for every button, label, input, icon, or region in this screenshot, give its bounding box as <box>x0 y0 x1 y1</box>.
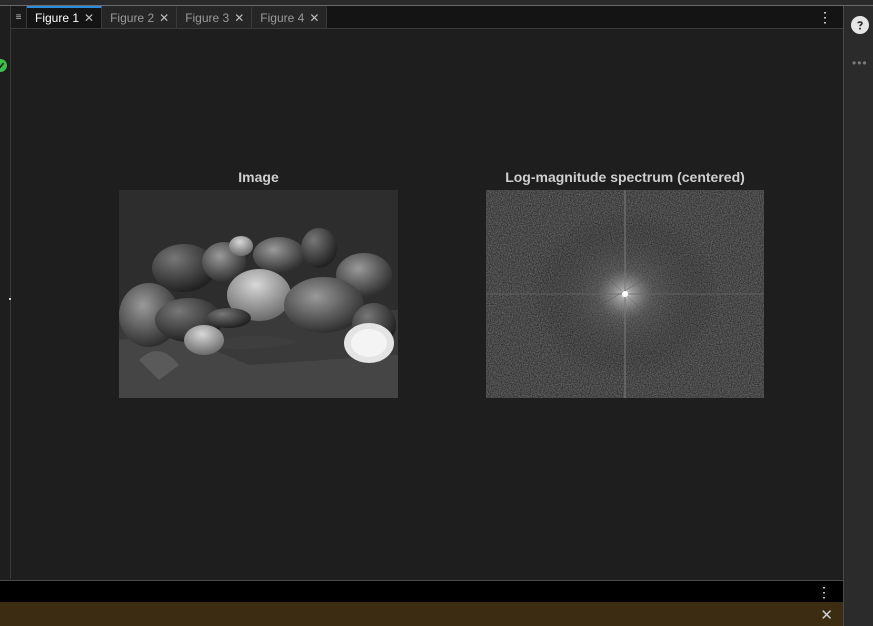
tab-figure-4[interactable]: Figure 4 ✕ <box>252 6 328 28</box>
spectrum-image <box>486 190 764 398</box>
left-gutter <box>0 6 11 579</box>
figure-canvas: Image Log-magnitude spectrum (centered) <box>11 29 843 579</box>
vertical-dots-icon[interactable]: ⋮ <box>817 584 831 601</box>
bottom-toolbar: ⋮ <box>0 580 843 603</box>
tab-figure-1[interactable]: Figure 1 ✕ <box>27 6 103 28</box>
right-side-panel: ••• <box>843 6 873 626</box>
close-icon[interactable]: ✕ <box>159 12 169 24</box>
tab-label: Figure 2 <box>110 11 155 25</box>
menu-lines-icon[interactable]: ≡ <box>11 6 27 28</box>
notification-bar: ✕ <box>0 602 843 626</box>
close-icon[interactable]: ✕ <box>84 12 94 24</box>
horizontal-dots-icon[interactable]: ••• <box>852 56 868 70</box>
close-icon[interactable]: ✕ <box>309 12 319 24</box>
tab-figure-2[interactable]: Figure 2 ✕ <box>102 6 178 28</box>
right-axes-title: Log-magnitude spectrum (centered) <box>505 169 745 185</box>
help-icon[interactable] <box>851 16 869 34</box>
left-axes-title: Image <box>238 169 279 185</box>
tab-label: Figure 1 <box>35 11 80 25</box>
tab-label: Figure 3 <box>185 11 230 25</box>
close-icon[interactable]: ✕ <box>234 12 244 24</box>
figure-tab-bar: ≡ Figure 1 ✕ Figure 2 ✕ Figure 3 ✕ Figur… <box>11 6 843 29</box>
vertical-dots-icon[interactable]: ⋮ <box>815 6 835 28</box>
tab-figure-3[interactable]: Figure 3 ✕ <box>177 6 253 28</box>
peppers-image <box>119 190 398 398</box>
check-circle-icon[interactable] <box>0 59 7 72</box>
close-icon[interactable]: ✕ <box>820 606 833 624</box>
tab-label: Figure 4 <box>260 11 305 25</box>
